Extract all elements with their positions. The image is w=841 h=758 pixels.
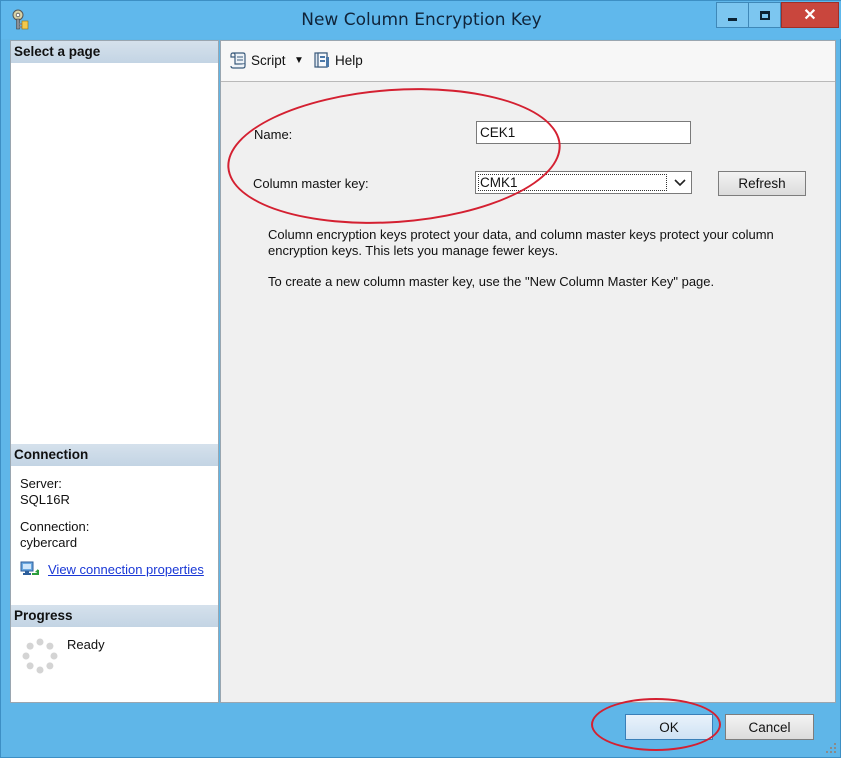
- cancel-button[interactable]: Cancel: [725, 714, 814, 740]
- connection-label: Connection:: [20, 519, 90, 534]
- content-pane: Script ▼ Help Name: Column master key: C…: [220, 40, 836, 703]
- help-label: Help: [335, 52, 363, 68]
- select-page-header: Select a page: [11, 41, 218, 63]
- column-master-key-select[interactable]: CMK1: [475, 171, 692, 194]
- window-title: New Column Encryption Key: [301, 10, 542, 30]
- column-master-key-value: CMK1: [478, 174, 667, 191]
- minimize-icon: [728, 17, 737, 21]
- title-bar[interactable]: New Column Encryption Key ✕: [1, 1, 841, 39]
- view-connection-properties-link[interactable]: View connection properties: [48, 562, 204, 577]
- toolbar: Script ▼ Help: [221, 41, 835, 82]
- progress-header: Progress: [11, 605, 218, 627]
- description-text: Column encryption keys protect your data…: [268, 227, 774, 258]
- close-icon: ✕: [803, 7, 817, 24]
- script-label: Script: [251, 52, 286, 68]
- connection-header: Connection: [11, 444, 218, 466]
- name-input[interactable]: [476, 121, 691, 144]
- connection-value: cybercard: [20, 535, 78, 550]
- script-button[interactable]: Script: [229, 51, 286, 69]
- create-cmk-hint: To create a new column master key, use t…: [268, 274, 715, 289]
- progress-spinner-icon: [22, 638, 58, 674]
- maximize-icon: [759, 10, 770, 20]
- progress-status: Ready: [67, 637, 105, 652]
- maximize-button[interactable]: [748, 2, 781, 28]
- help-button[interactable]: Help: [313, 51, 363, 69]
- script-icon: [230, 52, 246, 69]
- name-label: Name:: [254, 127, 293, 142]
- column-master-key-label: Column master key:: [253, 176, 369, 191]
- refresh-button[interactable]: Refresh: [718, 171, 806, 196]
- help-book-icon: [314, 52, 329, 68]
- chevron-down-icon[interactable]: [672, 174, 688, 191]
- minimize-button[interactable]: [716, 2, 749, 28]
- close-button[interactable]: ✕: [781, 2, 839, 28]
- ok-button[interactable]: OK: [625, 714, 713, 740]
- server-label: Server:: [20, 476, 62, 491]
- resize-grip-icon[interactable]: [826, 743, 836, 753]
- script-dropdown-button[interactable]: ▼: [294, 55, 304, 66]
- dialog-window: New Column Encryption Key ✕ Select a pag…: [0, 0, 841, 758]
- server-value: SQL16R: [20, 492, 70, 507]
- left-pane: Select a page Connection Server: SQL16R …: [10, 40, 219, 703]
- connection-properties-icon[interactable]: [20, 560, 40, 578]
- chevron-down-icon: ▼: [294, 55, 304, 66]
